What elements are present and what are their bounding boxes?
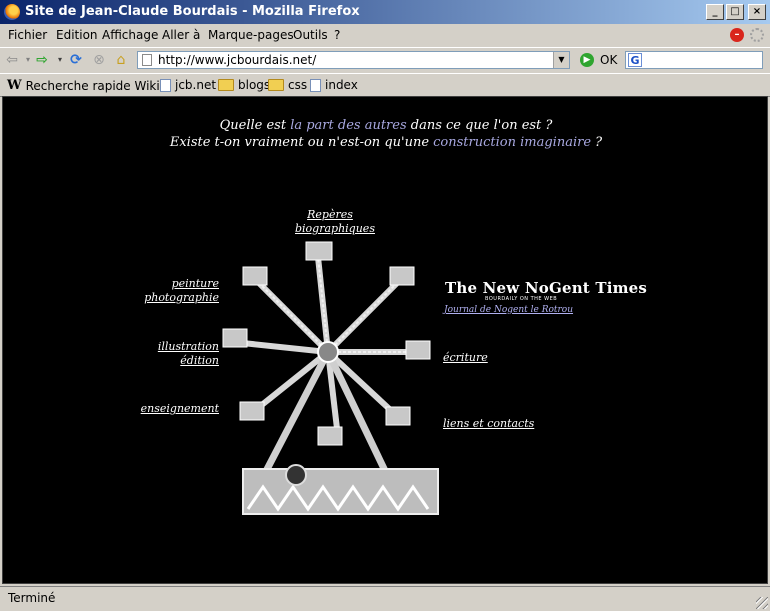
window-title: Site de Jean-Claude Bourdais - Mozilla F… xyxy=(25,4,360,19)
stop-load-icon[interactable]: ⊗ xyxy=(91,52,107,68)
tagline-text: ? xyxy=(591,135,603,150)
bookmark-label: css xyxy=(288,78,308,92)
page-icon xyxy=(310,78,321,92)
address-bar[interactable]: ▼ xyxy=(137,51,570,69)
bookmark-label: jcb.net xyxy=(175,78,217,92)
tagline-text: dans ce que l'on est ? xyxy=(406,118,553,133)
go-button[interactable]: OK xyxy=(600,53,617,67)
link-text: biographiques xyxy=(295,222,375,235)
bookmark-wiki[interactable]: W Recherche rapide Wiki... xyxy=(7,78,171,93)
bookmark-index[interactable]: index xyxy=(310,78,358,92)
tagline-text: Existe t-on vraiment ou n'est-on qu'une xyxy=(169,135,434,150)
stop-icon[interactable]: – xyxy=(730,28,744,42)
url-input[interactable] xyxy=(158,53,548,67)
home-icon[interactable]: ⌂ xyxy=(113,52,129,68)
menu-outils[interactable]: Outils xyxy=(293,28,328,42)
wikipedia-icon: W xyxy=(7,78,22,93)
forward-icon[interactable]: ⇨ xyxy=(34,52,50,68)
status-bar: Terminé xyxy=(0,586,770,611)
tagline-link-construction[interactable]: construction imaginaire xyxy=(433,135,591,150)
bookmark-label: blogs xyxy=(238,78,271,92)
link-reperes-biographiques[interactable]: Repères biographiques xyxy=(295,208,375,236)
bookmarks-toolbar: W Recherche rapide Wiki... jcb.net blogs… xyxy=(0,73,770,97)
link-text: photographie xyxy=(144,291,219,304)
link-ecriture[interactable]: écriture xyxy=(443,351,488,365)
folder-icon xyxy=(268,79,284,91)
menu-affichage[interactable]: Affichage xyxy=(102,28,158,42)
tagline-link-autres[interactable]: la part des autres xyxy=(290,118,406,133)
link-journal-nogent[interactable]: Journal de Nogent le Rotrou xyxy=(444,305,573,315)
folder-icon xyxy=(218,79,234,91)
title-bar: Site de Jean-Claude Bourdais - Mozilla F… xyxy=(0,0,770,24)
page-icon xyxy=(142,54,152,66)
bookmark-blogs[interactable]: blogs xyxy=(218,78,270,92)
google-icon[interactable]: G xyxy=(628,53,642,67)
navigation-toolbar: ⇦ ▾ ⇨ ▾ ⟳ ⊗ ⌂ ▼ ▶ OK G xyxy=(0,47,770,74)
bookmark-css[interactable]: css xyxy=(268,78,307,92)
resize-grip-icon[interactable] xyxy=(756,597,768,609)
url-dropdown-icon[interactable]: ▼ xyxy=(553,52,569,68)
search-input[interactable]: G xyxy=(625,51,763,69)
link-text: illustration xyxy=(157,340,219,353)
nyt-logo[interactable]: The New NoGent Times xyxy=(445,279,647,297)
bookmark-label: Recherche rapide Wiki... xyxy=(25,78,172,93)
bookmark-label: index xyxy=(325,78,358,92)
maximize-button[interactable]: □ xyxy=(726,4,744,20)
firefox-icon xyxy=(4,4,20,20)
throbber-icon xyxy=(750,28,764,42)
menu-fichier[interactable]: Fichier xyxy=(8,28,47,42)
menu-aide[interactable]: ? xyxy=(334,28,340,42)
go-icon[interactable]: ▶ xyxy=(580,53,594,67)
link-enseignement[interactable]: enseignement xyxy=(139,402,219,416)
nyt-subtitle: BOURDAILY ON THE WEB xyxy=(485,296,558,302)
menu-marque-pages[interactable]: Marque-pages xyxy=(208,28,294,42)
menu-edition[interactable]: Edition xyxy=(56,28,98,42)
window-controls: _ □ × xyxy=(706,4,766,20)
menu-aller[interactable]: Aller à xyxy=(162,28,200,42)
status-text: Terminé xyxy=(8,591,56,605)
reload-icon[interactable]: ⟳ xyxy=(68,52,84,68)
page-content: Quelle est la part des autres dans ce qu… xyxy=(2,96,768,584)
back-icon[interactable]: ⇦ xyxy=(4,52,20,68)
link-liens-contacts[interactable]: liens et contacts xyxy=(443,417,534,431)
close-button[interactable]: × xyxy=(748,4,766,20)
bookmark-jcb[interactable]: jcb.net xyxy=(160,78,216,92)
tagline-line-1: Quelle est la part des autres dans ce qu… xyxy=(3,118,767,133)
link-peinture-photographie[interactable]: peinture photographie xyxy=(139,277,219,305)
link-illustration-edition[interactable]: illustration édition xyxy=(139,340,219,368)
forward-dropdown-icon[interactable]: ▾ xyxy=(52,52,68,68)
tagline-text: Quelle est xyxy=(219,118,291,133)
link-text: édition xyxy=(180,354,219,367)
ferris-wheel-illustration xyxy=(222,241,439,515)
link-text: Repères xyxy=(307,208,353,221)
minimize-button[interactable]: _ xyxy=(706,4,724,20)
menu-bar: Fichier Edition Affichage Aller à Marque… xyxy=(0,26,770,46)
link-text: peinture xyxy=(171,277,219,290)
tagline-line-2: Existe t-on vraiment ou n'est-on qu'une … xyxy=(3,135,767,150)
page-icon xyxy=(160,78,171,92)
